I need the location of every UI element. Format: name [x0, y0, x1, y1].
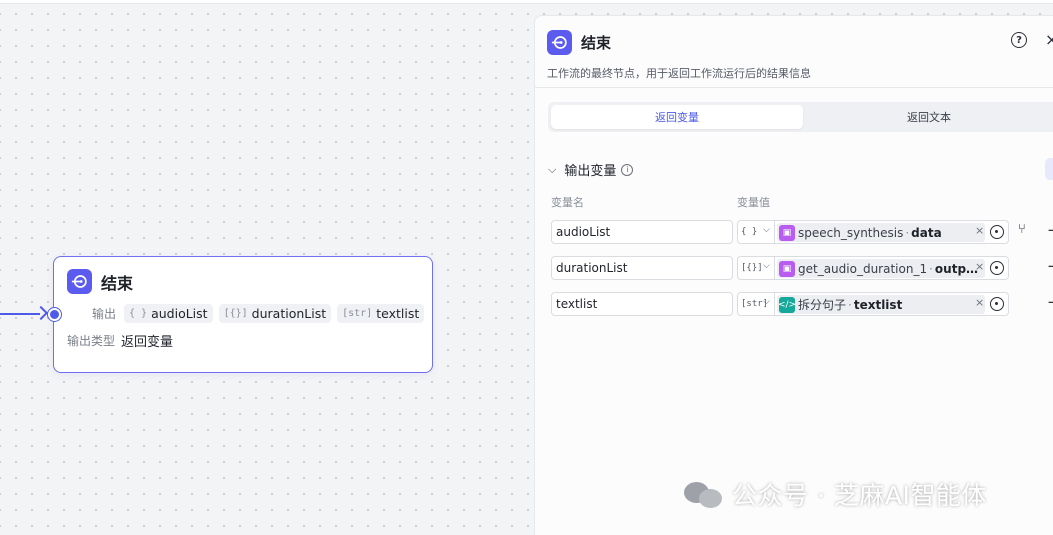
section-title: 输出变量: [564, 164, 617, 179]
reference-separator: ·: [929, 261, 933, 276]
clear-reference-icon[interactable]: ×: [975, 296, 984, 309]
node-title: 结束: [101, 273, 134, 293]
remove-row-icon[interactable]: −: [1047, 293, 1053, 311]
reference-field-name: textlist: [853, 297, 903, 312]
node-config-panel: 结束 ? × 工作流的最终节点，用于返回工作流运行后的结果信息 返回变量 返回文…: [534, 15, 1053, 535]
target-select-icon[interactable]: [990, 225, 1004, 239]
top-bar: [0, 0, 1053, 4]
chevron-down-icon: ⌵: [763, 297, 770, 307]
chevron-down-icon: ⌵: [763, 225, 770, 235]
type-array-string-icon: [str]: [342, 308, 373, 319]
end-node-icon: [67, 269, 92, 294]
column-header-name: 变量名: [551, 196, 584, 209]
variable-name-input[interactable]: textlist: [551, 292, 733, 316]
plugin-node-icon: ▣: [779, 260, 795, 277]
target-select-icon[interactable]: [990, 261, 1004, 275]
variable-row: audioList { } ⌵ ▣ speech_synthesis · data…: [551, 220, 1053, 244]
output-chip-textlist: [str] textlist: [337, 304, 425, 323]
input-port[interactable]: [48, 308, 61, 321]
branch-icon[interactable]: ⑂: [1018, 222, 1026, 237]
variable-reference-field[interactable]: </> 拆分句子 · textlist ×: [775, 292, 1009, 316]
output-name: audioList: [151, 306, 208, 321]
panel-description[interactable]: 工作流的最终节点，用于返回工作流运行后的结果信息: [535, 56, 1053, 81]
reference-chip: ▣ speech_synthesis · data: [777, 223, 985, 242]
column-header-value: 变量值: [737, 196, 770, 209]
add-variable-button[interactable]: [1045, 158, 1053, 180]
reference-node-name: get_audio_duration_1: [798, 261, 928, 276]
variable-name-input[interactable]: durationList: [551, 256, 733, 280]
edge-arrow-icon: [33, 305, 49, 321]
remove-row-icon[interactable]: −: [1047, 221, 1053, 239]
reference-chip: </> 拆分句子 · textlist: [777, 295, 985, 314]
divider: [535, 87, 1053, 88]
clear-reference-icon[interactable]: ×: [975, 224, 984, 237]
code-node-icon: </>: [778, 296, 796, 313]
reference-chip: ▣ get_audio_duration_1 · outp…: [777, 259, 985, 278]
output-name: durationList: [251, 306, 327, 321]
watermark: 公众号 · 芝麻AI智能体: [684, 476, 987, 512]
reference-separator: ·: [905, 225, 910, 240]
chevron-down-icon[interactable]: ⌵: [548, 163, 556, 177]
mode-tabs: 返回变量 返回文本: [548, 102, 1053, 132]
variable-reference-field[interactable]: ▣ speech_synthesis · data ×: [775, 220, 1009, 244]
variable-reference-field[interactable]: ▣ get_audio_duration_1 · outp… ×: [775, 256, 1009, 280]
output-chip-durationlist: [{}] durationList: [218, 304, 332, 323]
watermark-text: 公众号 · 芝麻AI智能体: [732, 481, 987, 510]
reference-field-name: outp…: [934, 261, 979, 276]
info-icon[interactable]: i: [621, 163, 634, 176]
panel-title[interactable]: 结束: [581, 32, 611, 53]
reference-separator: ·: [848, 297, 852, 312]
clear-reference-icon[interactable]: ×: [975, 260, 984, 273]
variable-row: textlist [str]⌵ </> 拆分句子 · textlist × −: [551, 292, 1053, 316]
type-object-icon: { }: [741, 227, 758, 237]
output-label: 输出: [92, 307, 117, 321]
output-type-label: 输出类型: [67, 334, 116, 348]
variable-type-select[interactable]: { } ⌵: [737, 220, 775, 244]
close-icon[interactable]: ×: [1045, 30, 1053, 49]
end-node-card[interactable]: 结束 输出 { } audioList [{}] durationList [str…: [53, 256, 433, 373]
variable-type-select[interactable]: [{}] ⌵: [737, 256, 775, 280]
chevron-down-icon: ⌵: [763, 261, 770, 271]
reference-node-name: speech_synthesis: [798, 225, 904, 240]
output-variables-header[interactable]: ⌵ 输出变量 i: [548, 160, 634, 179]
output-name: textlist: [376, 306, 420, 321]
reference-field-name: data: [911, 225, 942, 240]
output-chip-audiolist: { } audioList: [124, 304, 213, 323]
type-object-icon: { }: [129, 308, 148, 319]
type-array-object-icon: [{}]: [223, 308, 248, 319]
end-node-icon: [547, 29, 572, 55]
wechat-icon: [684, 478, 724, 510]
variable-name-input[interactable]: audioList: [551, 220, 733, 244]
output-type-value: 返回变量: [121, 335, 174, 350]
target-select-icon[interactable]: [990, 297, 1004, 311]
remove-row-icon[interactable]: −: [1047, 257, 1053, 275]
plugin-node-icon: ▣: [779, 224, 795, 241]
variable-type-select[interactable]: [str] ⌵: [737, 292, 775, 316]
reference-node-name: 拆分句子: [798, 298, 847, 312]
variable-row: durationList [{}] ⌵ ▣ get_audio_duration_…: [551, 256, 1053, 280]
type-array-object-icon: [{}]: [741, 263, 763, 273]
help-icon[interactable]: ?: [1011, 32, 1027, 48]
tab-return-text[interactable]: 返回文本: [803, 105, 1053, 129]
tab-return-variables[interactable]: 返回变量: [551, 105, 803, 129]
